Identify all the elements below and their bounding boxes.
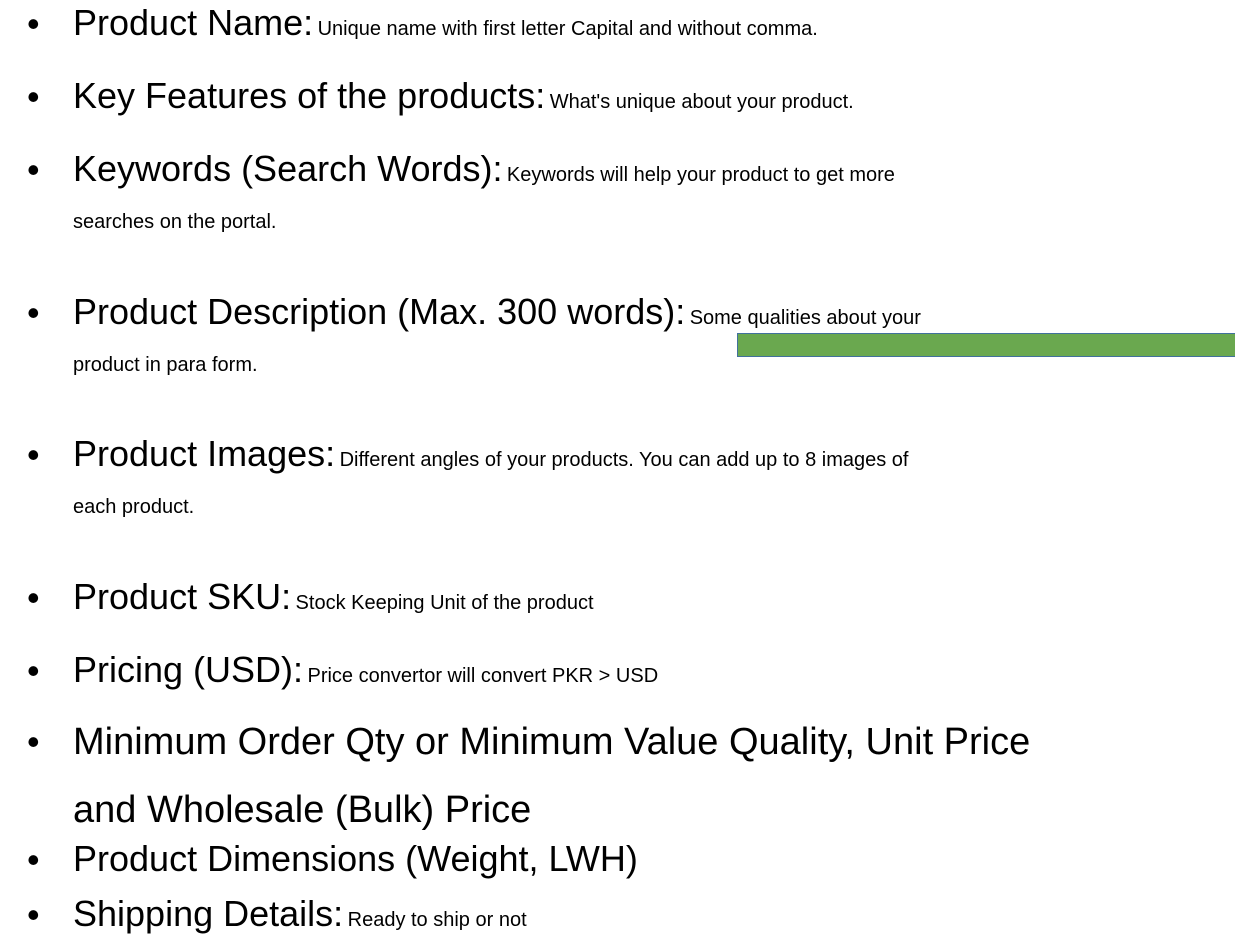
bullet-icon: • (27, 434, 40, 475)
bullet-icon: • (27, 292, 40, 333)
list-item-text: Product Dimensions (Weight, LWH) (73, 836, 1229, 890)
item-heading: Key Features of the products: (73, 75, 546, 116)
item-heading: Product Dimensions (Weight, LWH) (73, 838, 638, 879)
bullet-icon: • (27, 3, 40, 44)
item-heading-continued: and Wholesale (Bulk) Price (73, 789, 532, 831)
item-description-continued: searches on the portal. (73, 211, 277, 233)
item-heading: Minimum Order Qty or Minimum Value Quali… (73, 721, 1031, 763)
item-heading: Product Images: (73, 433, 336, 474)
list-item-text: Minimum Order Qty or Minimum Value Quali… (73, 712, 1229, 840)
item-heading: Keywords (Search Words): (73, 148, 503, 189)
item-description: Different angles of your products. You c… (339, 449, 909, 471)
item-description: What's unique about your product. (549, 91, 854, 113)
item-heading: Product SKU: (73, 576, 292, 617)
list-item-text: Pricing (USD): Price convertor will conv… (73, 647, 1229, 701)
item-description: Keywords will help your product to get m… (506, 164, 895, 186)
list-item-text: Product SKU: Stock Keeping Unit of the p… (73, 574, 1229, 628)
item-heading: Pricing (USD): (73, 649, 304, 690)
item-heading: Product Description (Max. 300 words): (73, 291, 686, 332)
item-description: Unique name with first letter Capital an… (317, 18, 818, 40)
list-item-text: Product Name: Unique name with first let… (73, 0, 1229, 54)
item-heading: Product Name: (73, 2, 314, 43)
list-item-text: Keywords (Search Words): Keywords will h… (73, 146, 1229, 236)
list-item-text: Shipping Details: Ready to ship or not (73, 891, 1229, 945)
highlight-bar (737, 333, 1235, 357)
list-item-text: Key Features of the products: What's uni… (73, 73, 1229, 127)
bullet-icon: • (27, 577, 40, 618)
item-heading: Shipping Details: (73, 893, 344, 934)
bullet-icon: • (27, 76, 40, 117)
list-item-text: Product Images: Different angles of your… (73, 431, 1229, 521)
bullet-icon: • (27, 839, 40, 880)
bullet-icon: • (27, 894, 40, 935)
item-description: Stock Keeping Unit of the product (295, 592, 594, 614)
item-description-continued: each product. (73, 496, 195, 518)
item-description: Ready to ship or not (347, 909, 527, 931)
bullet-icon: • (27, 650, 40, 691)
bullet-icon: • (27, 149, 40, 190)
item-description: Price convertor will convert PKR > USD (307, 665, 659, 687)
item-description: Some qualities about your (689, 307, 921, 329)
bullet-icon: • (27, 721, 40, 762)
